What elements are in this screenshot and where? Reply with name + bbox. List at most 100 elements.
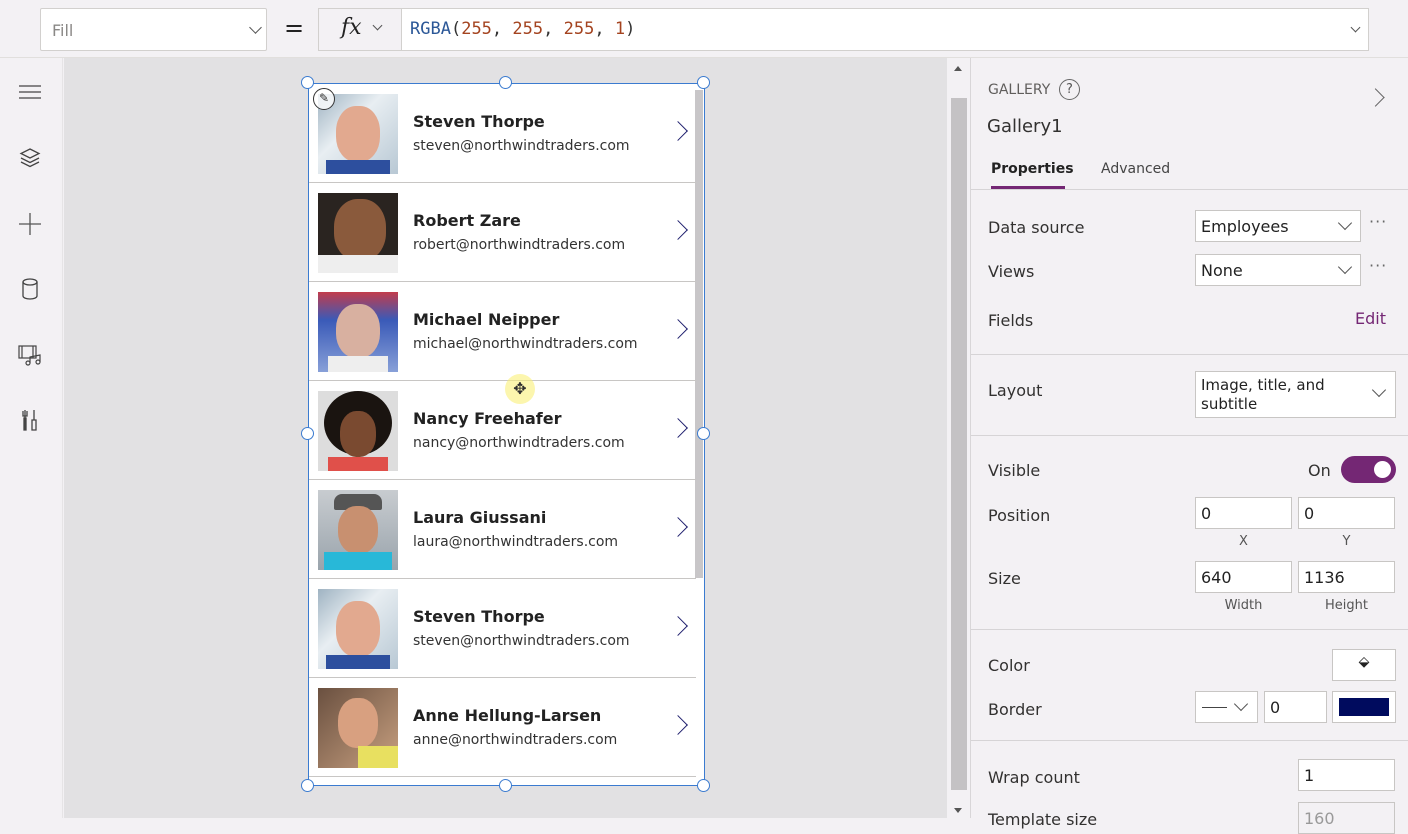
layout-label: Layout xyxy=(988,381,1043,400)
move-cursor-icon: ✥ xyxy=(505,374,535,404)
property-dropdown[interactable]: Fill xyxy=(40,8,267,51)
gallery[interactable]: Steven Thorpe steven@northwindtraders.co… xyxy=(308,83,705,786)
gallery-scrollbar[interactable] xyxy=(695,90,703,578)
gallery-item[interactable]: Michael Neipper michael@northwindtraders… xyxy=(309,282,696,381)
item-subtitle: robert@northwindtraders.com xyxy=(413,237,626,253)
fx-icon: fx xyxy=(341,15,362,40)
template-size-input[interactable]: 160 xyxy=(1298,802,1395,834)
plus-icon[interactable] xyxy=(18,212,42,236)
gallery-item[interactable]: Steven Thorpe steven@northwindtraders.co… xyxy=(309,84,696,183)
media-icon[interactable] xyxy=(18,343,42,367)
wrap-count-input[interactable]: 1 xyxy=(1298,759,1395,791)
paren: ( xyxy=(450,19,462,39)
border-label: Border xyxy=(988,700,1042,719)
chevron-right-icon[interactable] xyxy=(668,319,688,339)
position-label: Position xyxy=(988,506,1051,525)
width-input[interactable]: 640 xyxy=(1195,561,1292,593)
position-y-input[interactable]: 0 xyxy=(1298,497,1395,529)
item-title: Nancy Freehafer xyxy=(413,409,562,428)
formula-function: RGBA xyxy=(410,19,451,39)
divider xyxy=(971,629,1408,630)
chevron-right-icon[interactable] xyxy=(668,220,688,240)
gallery-item[interactable]: Nancy Freehafer nancy@northwindtraders.c… xyxy=(309,374,696,480)
gallery-item[interactable]: Laura Giussani laura@northwindtraders.co… xyxy=(309,480,696,579)
divider xyxy=(971,740,1408,741)
properties-panel: GALLERY ? Gallery1 Properties Advanced D… xyxy=(970,58,1408,834)
chevron-right-icon[interactable] xyxy=(668,517,688,537)
chevron-right-icon[interactable] xyxy=(668,121,688,141)
control-name[interactable]: Gallery1 xyxy=(987,116,1063,137)
chevron-right-icon[interactable] xyxy=(668,715,688,735)
views-label: Views xyxy=(988,262,1035,281)
photo xyxy=(318,292,398,372)
sep: , xyxy=(491,19,513,39)
item-title: Laura Giussani xyxy=(413,508,547,527)
help-icon[interactable]: ? xyxy=(1059,79,1080,100)
resize-handle[interactable] xyxy=(499,779,512,792)
chevron-down-icon xyxy=(1337,259,1353,275)
resize-handle[interactable] xyxy=(499,76,512,89)
chevron-right-icon[interactable] xyxy=(668,616,688,636)
height-input[interactable]: 1136 xyxy=(1298,561,1395,593)
hamburger-menu-icon[interactable] xyxy=(18,80,42,104)
canvas-scrollbar[interactable] xyxy=(947,58,969,818)
item-title: Steven Thorpe xyxy=(413,607,545,626)
sep: , xyxy=(543,19,564,39)
color-picker-button[interactable]: ⬙ xyxy=(1332,649,1396,681)
gallery-item[interactable]: Anne Hellung-Larsen anne@northwindtrader… xyxy=(309,678,696,777)
item-subtitle: nancy@northwindtraders.com xyxy=(413,435,625,451)
tab-advanced[interactable]: Advanced xyxy=(1101,161,1170,177)
item-title: Robert Zare xyxy=(413,211,521,230)
resize-handle[interactable] xyxy=(697,427,710,440)
divider xyxy=(971,189,1408,190)
scroll-down-icon[interactable] xyxy=(954,808,962,813)
photo xyxy=(318,490,398,570)
more-options-icon[interactable]: ··· xyxy=(1369,212,1387,231)
item-subtitle: michael@northwindtraders.com xyxy=(413,336,638,352)
chevron-down-icon xyxy=(249,21,262,34)
chevron-down-icon xyxy=(1371,382,1387,398)
arg: 255 xyxy=(461,19,492,39)
resize-handle[interactable] xyxy=(301,779,314,792)
resize-handle[interactable] xyxy=(301,76,314,89)
resize-handle[interactable] xyxy=(697,779,710,792)
position-x-input[interactable]: 0 xyxy=(1195,497,1292,529)
tab-properties[interactable]: Properties xyxy=(991,161,1074,177)
width-caption: Width xyxy=(1224,598,1263,613)
layers-icon[interactable] xyxy=(18,146,42,170)
fields-label: Fields xyxy=(988,311,1034,330)
item-subtitle: steven@northwindtraders.com xyxy=(413,633,630,649)
border-width-input[interactable]: 0 xyxy=(1264,691,1327,723)
tools-icon[interactable] xyxy=(18,408,42,432)
chevron-right-icon[interactable] xyxy=(668,418,688,438)
sep: , xyxy=(594,19,615,39)
item-subtitle: laura@northwindtraders.com xyxy=(413,534,619,550)
photo xyxy=(318,688,398,768)
expand-formula-icon[interactable] xyxy=(1350,22,1361,33)
layout-dropdown[interactable]: Image, title, and subtitle xyxy=(1195,371,1396,418)
equals-sign: = xyxy=(284,14,305,42)
resize-handle[interactable] xyxy=(301,427,314,440)
color-label: Color xyxy=(988,656,1030,675)
gallery-item[interactable]: Steven Thorpe steven@northwindtraders.co… xyxy=(309,579,696,678)
collapse-panel-icon[interactable] xyxy=(1366,88,1385,107)
scroll-up-icon[interactable] xyxy=(954,66,962,71)
fx-button[interactable]: fx xyxy=(318,8,402,51)
data-source-dropdown[interactable]: Employees xyxy=(1195,210,1361,242)
resize-handle[interactable] xyxy=(697,76,710,89)
visible-toggle[interactable] xyxy=(1341,456,1396,483)
edit-fields-link[interactable]: Edit xyxy=(1355,309,1386,328)
gallery-item[interactable]: Robert Zare robert@northwindtraders.com xyxy=(309,183,696,282)
arg: 255 xyxy=(512,19,544,39)
data-source-label: Data source xyxy=(988,218,1085,237)
edit-template-icon[interactable]: ✎ xyxy=(313,88,335,110)
database-icon[interactable] xyxy=(18,277,42,301)
visible-label: Visible xyxy=(988,461,1041,480)
views-dropdown[interactable]: None xyxy=(1195,254,1361,286)
photo xyxy=(318,193,398,273)
more-options-icon[interactable]: ··· xyxy=(1369,256,1387,275)
border-style-dropdown[interactable] xyxy=(1195,691,1258,723)
scroll-thumb[interactable] xyxy=(951,98,967,790)
border-color-button[interactable] xyxy=(1332,691,1396,723)
formula-input[interactable]: RGBA(255, 255, 255, 1) xyxy=(401,8,1369,51)
